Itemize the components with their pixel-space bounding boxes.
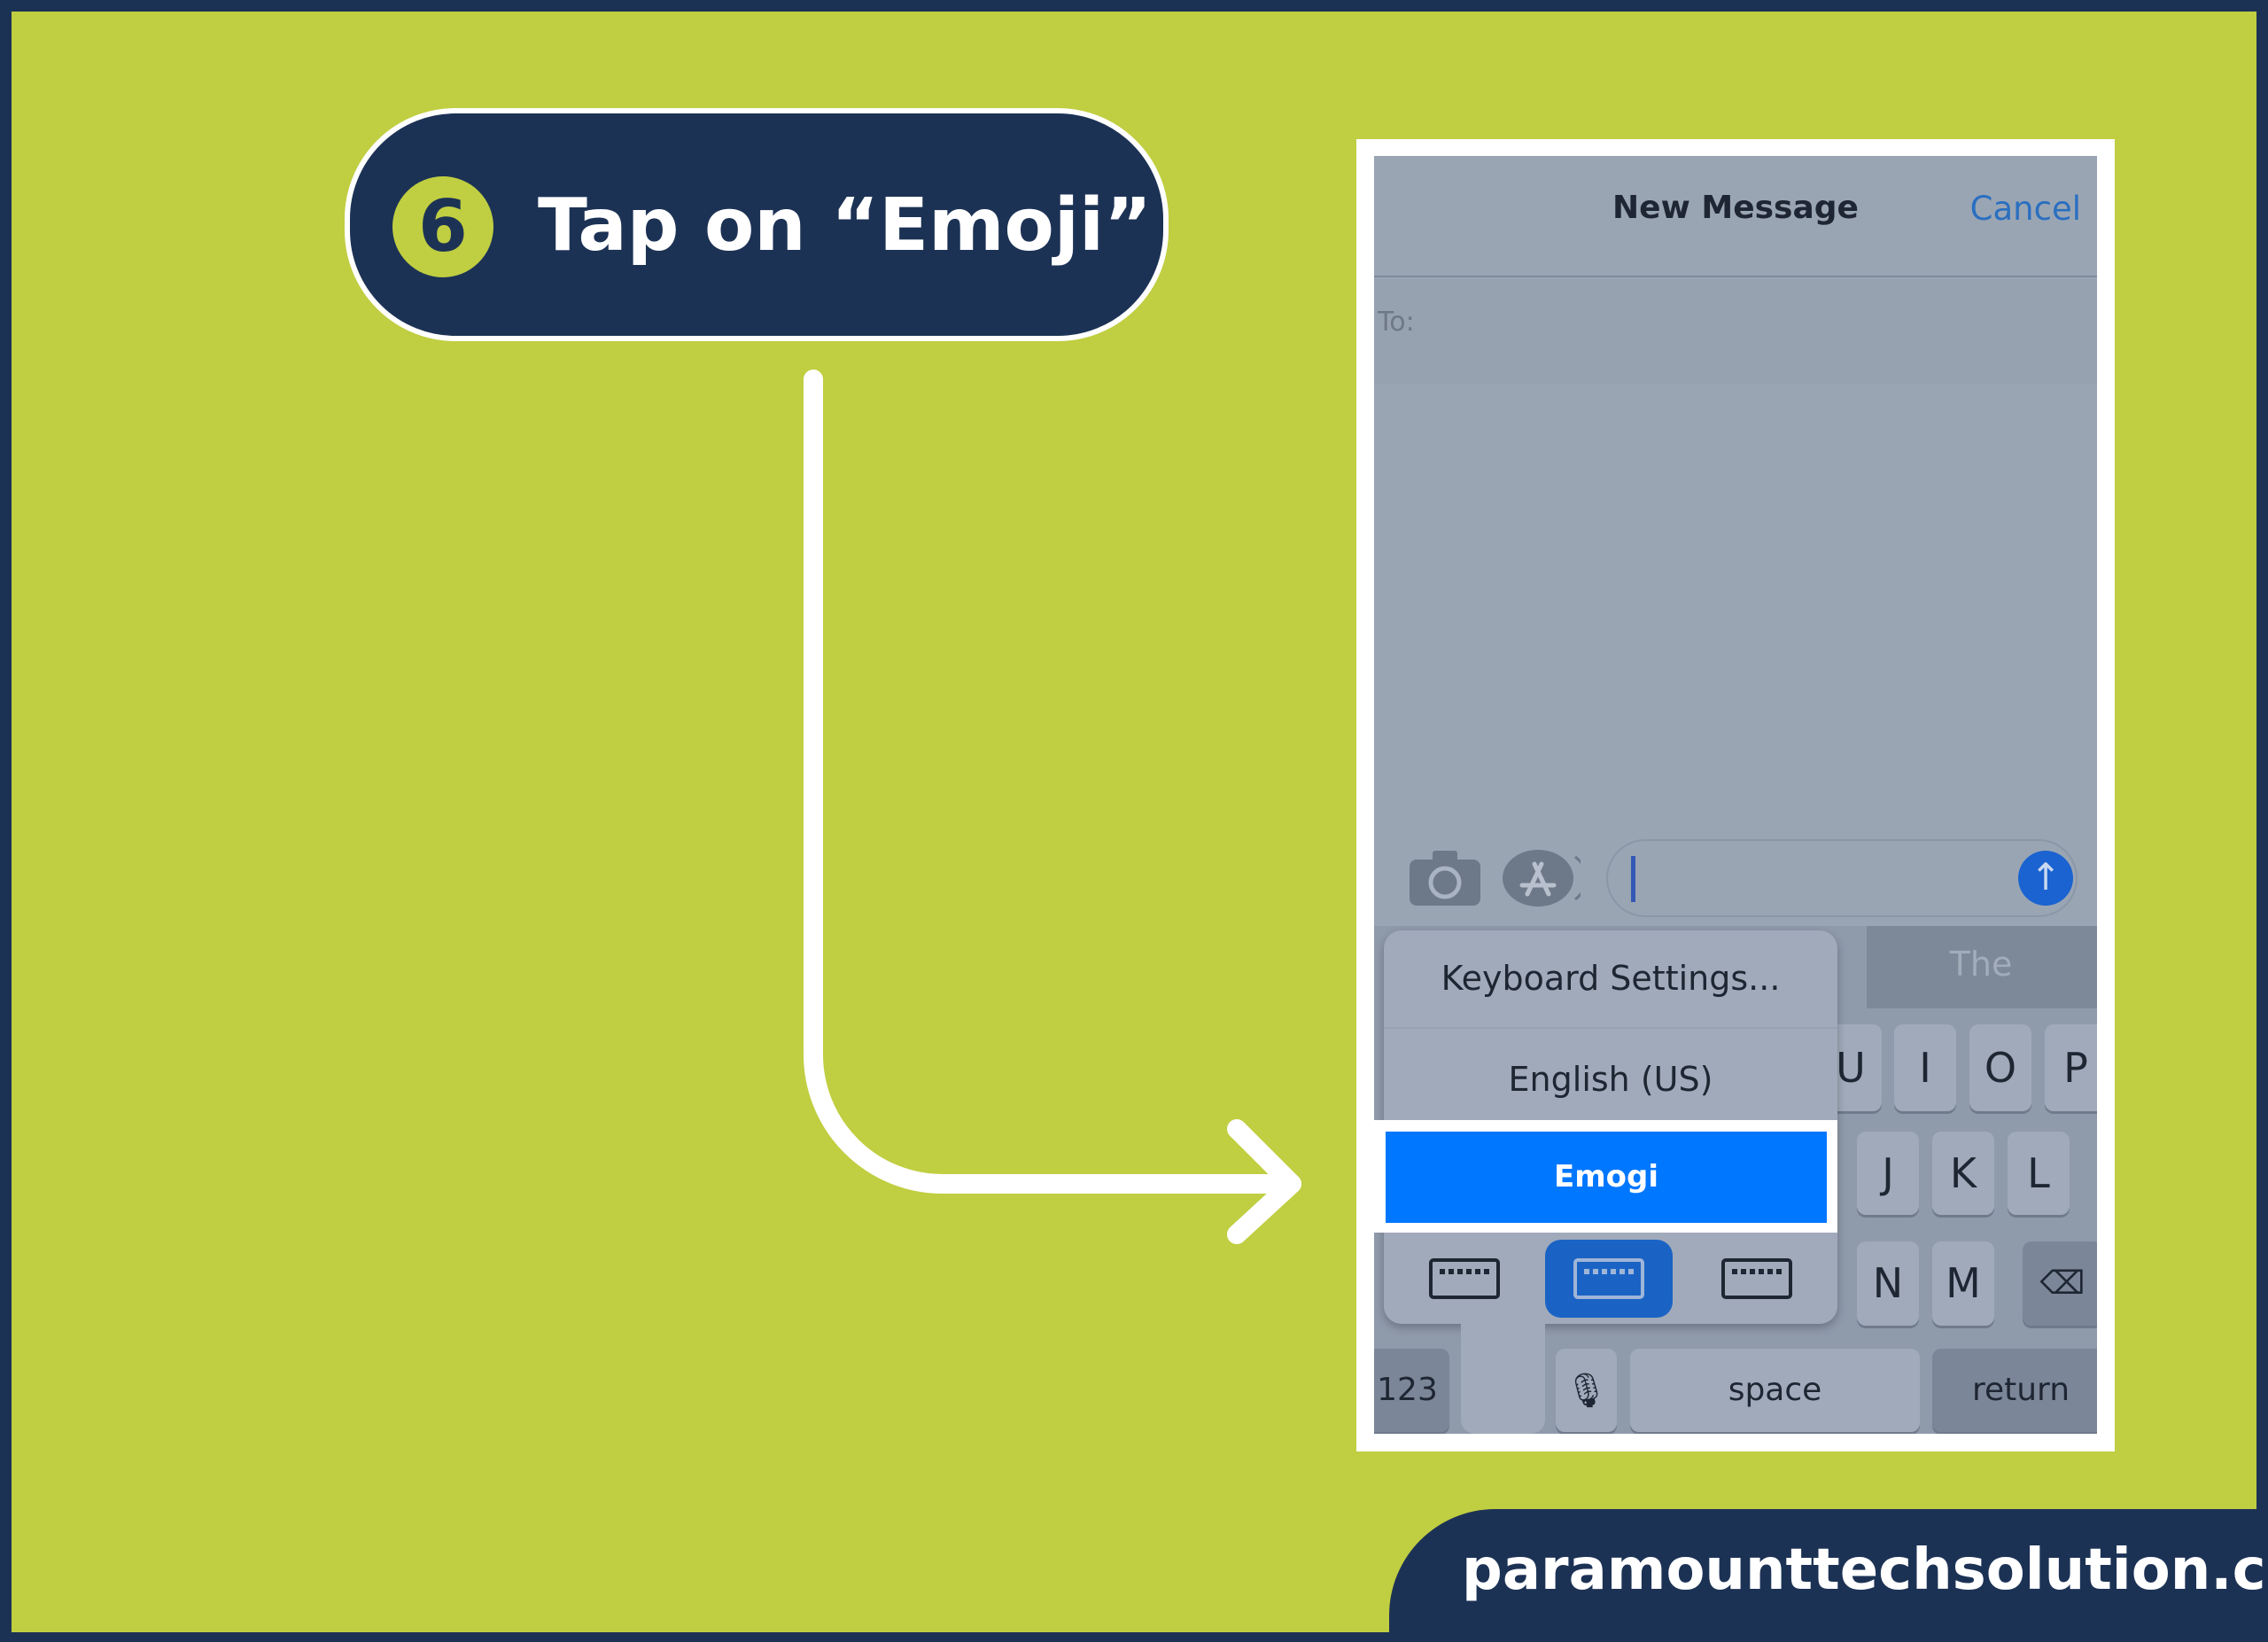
keyboard-center-icon[interactable] xyxy=(1573,1258,1644,1299)
numbers-key[interactable]: 123 xyxy=(1374,1349,1449,1432)
app-store-icon[interactable] xyxy=(1501,848,1581,908)
microphone-icon: 🎙 xyxy=(1565,1371,1608,1410)
to-label: To: xyxy=(1378,307,1415,338)
menu-item-emoji[interactable]: Emogi xyxy=(1386,1132,1827,1223)
menu-divider xyxy=(1384,1027,1837,1029)
phone-screen: New Message Cancel To: ↑ The U I O P J K… xyxy=(1374,156,2097,1434)
send-arrow-icon[interactable]: ↑ xyxy=(2018,851,2073,906)
key-k[interactable]: K xyxy=(1932,1132,1994,1215)
space-key[interactable]: space xyxy=(1630,1349,1920,1432)
message-input[interactable] xyxy=(1606,839,2078,917)
key-n[interactable]: N xyxy=(1857,1241,1919,1326)
website-link[interactable]: paramounttechsolution.com xyxy=(1462,1537,2268,1603)
keyboard-menu-stem xyxy=(1461,1308,1545,1434)
keyboard-left-icon[interactable] xyxy=(1429,1258,1500,1299)
backspace-icon: ⌫ xyxy=(2039,1265,2085,1302)
keyboard-right-icon[interactable] xyxy=(1721,1258,1792,1299)
key-l[interactable]: L xyxy=(2008,1132,2070,1215)
key-o[interactable]: O xyxy=(1969,1024,2031,1111)
key-m[interactable]: M xyxy=(1932,1241,1994,1326)
camera-icon[interactable] xyxy=(1408,849,1484,907)
menu-item-english-us[interactable]: English (US) xyxy=(1384,1060,1837,1099)
key-p[interactable]: P xyxy=(2045,1024,2097,1111)
menu-item-keyboard-settings[interactable]: Keyboard Settings... xyxy=(1384,959,1837,998)
return-key[interactable]: return xyxy=(1932,1349,2097,1432)
to-field[interactable] xyxy=(1374,279,2097,384)
delete-key[interactable]: ⌫ xyxy=(2023,1241,2097,1326)
key-j[interactable]: J xyxy=(1857,1132,1919,1215)
suggestion-word[interactable]: The xyxy=(1865,945,2097,984)
text-cursor xyxy=(1631,856,1635,902)
dictation-key[interactable]: 🎙 xyxy=(1556,1349,1617,1432)
key-i[interactable]: I xyxy=(1894,1024,1956,1111)
cancel-button[interactable]: Cancel xyxy=(1970,190,2081,228)
